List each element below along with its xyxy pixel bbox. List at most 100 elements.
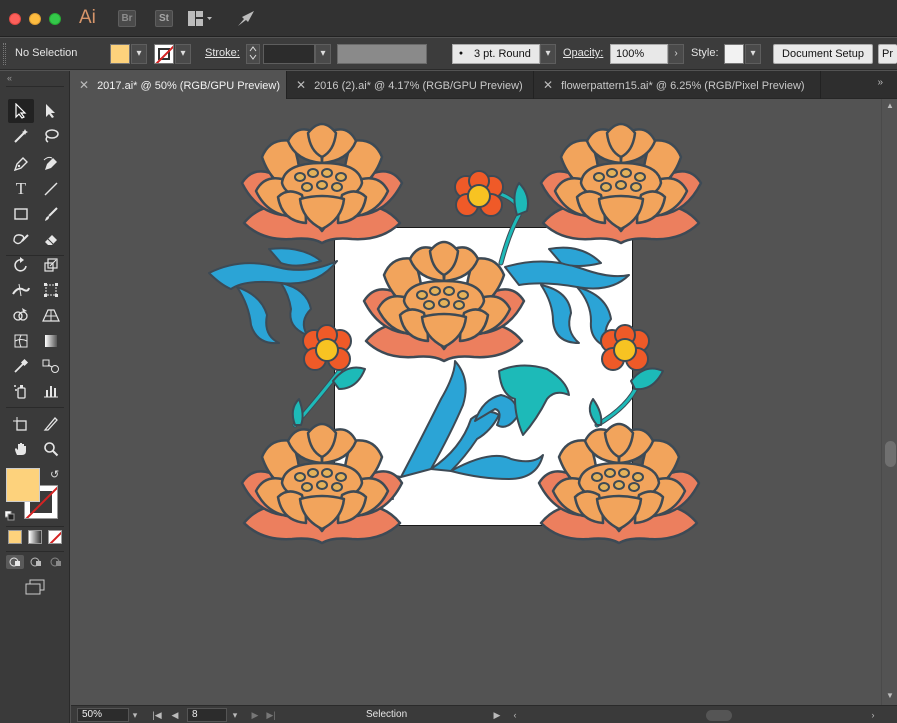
slice-tool[interactable] [38, 412, 64, 436]
free-transform-tool[interactable] [38, 278, 64, 302]
draw-inside-icon[interactable] [47, 555, 65, 574]
tab-flowerpattern15[interactable]: ✕ flowerpattern15.ai* @ 6.25% (RGB/Pixel … [535, 71, 821, 99]
fill-color-swatch[interactable] [110, 44, 130, 64]
toolbar-divider [6, 407, 64, 408]
symbol-sprayer-tool[interactable] [8, 379, 34, 403]
window-maximize-button[interactable] [49, 13, 61, 25]
column-graph-tool[interactable] [38, 379, 64, 403]
perspective-grid-tool[interactable] [38, 303, 64, 327]
close-tab-icon[interactable]: ✕ [79, 78, 89, 92]
line-segment-tool[interactable] [38, 177, 64, 201]
lotus-pattern-artwork[interactable] [71, 99, 881, 705]
stroke-weight-dropdown[interactable]: ▾ [315, 44, 331, 64]
color-mode-button[interactable] [8, 530, 22, 544]
swap-fill-stroke-icon[interactable]: ↺ [50, 468, 59, 481]
draw-normal-icon[interactable] [6, 555, 24, 574]
brush-definition-field[interactable]: ● 3 pt. Round [452, 44, 540, 64]
eraser-tool[interactable] [38, 227, 64, 251]
zoom-level-field[interactable]: 50% [77, 708, 129, 722]
fill-dropdown-button[interactable]: ▾ [131, 44, 147, 64]
artboard-dropdown-icon[interactable]: ▾ [229, 708, 241, 722]
app-logo: Ai [79, 7, 96, 28]
pen-tool[interactable] [8, 152, 34, 176]
illustrator-window: Ai Br St No Selection ▾ ▾ Stroke: ▾ ● 3 … [0, 0, 897, 723]
selection-tool[interactable] [8, 99, 34, 123]
magic-wand-tool[interactable] [8, 124, 34, 148]
tab-2016[interactable]: ✕ 2016 (2).ai* @ 4.17% (RGB/GPU Preview) [288, 71, 534, 99]
scroll-up-icon[interactable]: ▲ [886, 101, 894, 110]
control-bar-grip[interactable] [3, 43, 6, 65]
stroke-weight-stepper[interactable] [246, 44, 260, 64]
screen-mode-icon[interactable] [24, 579, 46, 600]
status-bar: 50% ▾ |◀ ◀ 8 ▾ ▶ ▶| Selection ▶ ‹ › [71, 705, 897, 723]
opacity-slider-button[interactable]: › [668, 44, 684, 64]
paintbrush-tool[interactable] [38, 202, 64, 226]
scroll-down-icon[interactable]: ▼ [886, 691, 894, 700]
control-bar: No Selection ▾ ▾ Stroke: ▾ ● 3 pt. Round … [0, 38, 897, 70]
tab-overflow-icon[interactable]: » [877, 77, 883, 88]
vertical-scrollbar[interactable]: ▲ ▼ [881, 99, 897, 705]
collapse-panel-icon[interactable]: « [7, 73, 12, 83]
rotate-tool[interactable] [8, 253, 34, 277]
vertical-scroll-thumb[interactable] [885, 441, 896, 467]
stroke-color-swatch[interactable] [154, 44, 174, 64]
tab-2017[interactable]: ✕ 2017.ai* @ 50% (RGB/GPU Preview) [71, 71, 287, 99]
gradient-mode-button[interactable] [28, 530, 42, 544]
artboard-number-field[interactable]: 8 [187, 708, 227, 722]
window-minimize-button[interactable] [29, 13, 41, 25]
fill-color-box[interactable] [6, 468, 40, 502]
blend-tool[interactable] [38, 354, 64, 378]
graphic-style-dropdown[interactable]: ▾ [745, 44, 761, 64]
gradient-tool[interactable] [38, 329, 64, 353]
previous-artboard-button[interactable]: ◀ [169, 708, 181, 722]
stock-button[interactable]: St [155, 10, 173, 27]
style-label: Style: [691, 47, 719, 59]
arrange-documents-icon[interactable] [187, 10, 213, 33]
stroke-dropdown-button[interactable]: ▾ [175, 44, 191, 64]
shape-builder-tool[interactable] [8, 303, 34, 327]
document-canvas[interactable] [71, 99, 881, 705]
curvature-tool[interactable] [38, 152, 64, 176]
tools-panel: « T ↺ [0, 71, 70, 723]
document-setup-button[interactable]: Document Setup [773, 44, 873, 64]
first-artboard-button[interactable]: |◀ [151, 708, 163, 722]
shaper-tool[interactable] [8, 227, 34, 251]
eyedropper-tool[interactable] [8, 354, 34, 378]
bridge-button[interactable]: Br [118, 10, 136, 27]
artboard-tool[interactable] [8, 412, 34, 436]
window-close-button[interactable] [9, 13, 21, 25]
brush-definition-dropdown[interactable]: ▾ [540, 44, 556, 64]
hand-tool[interactable] [8, 437, 34, 461]
type-tool[interactable]: T [8, 177, 34, 201]
toolbar-divider [6, 551, 64, 552]
scroll-left-icon[interactable]: ‹ [509, 708, 521, 722]
opacity-label[interactable]: Opacity: [563, 47, 603, 59]
lasso-tool[interactable] [38, 124, 64, 148]
scale-tool[interactable] [38, 253, 64, 277]
scroll-right-icon[interactable]: › [867, 708, 879, 722]
document-tab-bar: ✕ 2017.ai* @ 50% (RGB/GPU Preview) ✕ 2016 … [71, 71, 897, 99]
horizontal-scroll-thumb[interactable] [706, 710, 732, 721]
rectangle-tool[interactable] [8, 202, 34, 226]
direct-selection-tool[interactable] [38, 99, 64, 123]
zoom-tool[interactable] [38, 437, 64, 461]
gpu-performance-icon[interactable] [236, 10, 256, 33]
last-artboard-button[interactable]: ▶| [265, 708, 277, 722]
mesh-tool[interactable] [8, 329, 34, 353]
width-tool[interactable] [8, 278, 34, 302]
close-tab-icon[interactable]: ✕ [543, 78, 553, 92]
close-tab-icon[interactable]: ✕ [296, 78, 306, 92]
default-fill-stroke-icon[interactable] [4, 508, 15, 521]
none-mode-button[interactable] [48, 530, 62, 544]
status-menu-button[interactable]: ▶ [491, 708, 503, 722]
stroke-label[interactable]: Stroke: [205, 47, 240, 59]
zoom-dropdown-icon[interactable]: ▾ [129, 708, 141, 722]
draw-behind-icon[interactable] [27, 555, 45, 574]
opacity-field[interactable]: 100% [610, 44, 668, 64]
stroke-weight-field[interactable] [263, 44, 315, 64]
variable-width-profile[interactable] [337, 44, 427, 64]
preferences-button[interactable]: Pr [878, 44, 897, 64]
graphic-style-swatch[interactable] [724, 44, 744, 64]
next-artboard-button[interactable]: ▶ [249, 708, 261, 722]
tab-label: 2016 (2).ai* @ 4.17% (RGB/GPU Preview) [314, 80, 523, 92]
